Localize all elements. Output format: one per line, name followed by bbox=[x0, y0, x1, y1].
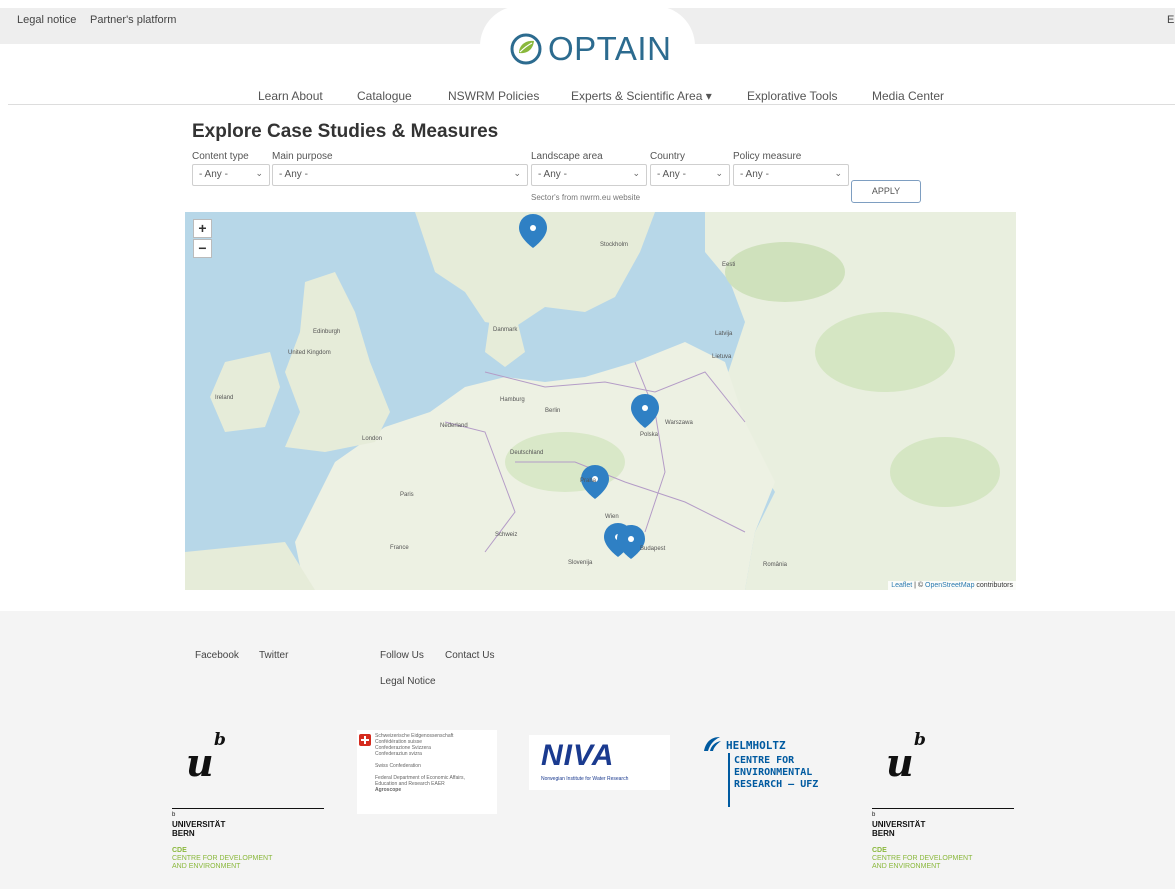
country-select[interactable]: - Any - ⌄ bbox=[650, 164, 730, 186]
swiss-agroscope-logo[interactable]: Schweizerische Eidgenossenschaft Confédé… bbox=[357, 730, 497, 814]
cde-abbrev: CDE bbox=[872, 847, 887, 854]
unibern-bern-text: BERN bbox=[172, 829, 195, 838]
map-label: România bbox=[763, 562, 788, 568]
niva-wordmark: NIVA bbox=[541, 739, 615, 772]
main-purpose-value: - Any - bbox=[279, 169, 308, 180]
map-tiles[interactable] bbox=[185, 212, 1016, 590]
helmholtz-line2: ENVIRONMENTAL bbox=[734, 767, 813, 778]
openstreetmap-link[interactable]: OpenStreetMap bbox=[925, 582, 974, 589]
unibern-logo-left[interactable]: u b b UNIVERSITÄT BERN CDE CENTRE FOR DE… bbox=[172, 730, 332, 880]
nav-media-center[interactable]: Media Center bbox=[872, 89, 944, 103]
main-purpose-label: Main purpose bbox=[272, 151, 333, 162]
attribution-tail: contributors bbox=[974, 582, 1013, 589]
policy-measure-value: - Any - bbox=[740, 169, 769, 180]
map-label: Slovenija bbox=[568, 560, 593, 566]
footer-contact-us-link[interactable]: Contact Us bbox=[445, 650, 494, 661]
chevron-down-icon: ⌄ bbox=[513, 168, 521, 178]
nav-explorative-tools[interactable]: Explorative Tools bbox=[747, 89, 838, 103]
map-label: Deutschland bbox=[510, 450, 544, 456]
map-label: Ireland bbox=[215, 395, 234, 401]
cde-line2: AND ENVIRONMENT bbox=[872, 863, 941, 870]
chevron-down-icon: ⌄ bbox=[632, 168, 640, 178]
helmholtz-ufz-logo[interactable]: HELMHOLTZ CENTRE FOR ENVIRONMENTAL RESEA… bbox=[702, 735, 862, 810]
map-label: Praha bbox=[580, 478, 597, 484]
footer-follow-us-link[interactable]: Follow Us bbox=[380, 650, 424, 661]
cde-line1: CENTRE FOR DEVELOPMENT bbox=[872, 855, 973, 862]
cde-abbrev: CDE bbox=[172, 847, 187, 854]
content-type-value: - Any - bbox=[199, 169, 228, 180]
partners-platform-link[interactable]: Partner's platform bbox=[90, 14, 176, 26]
attribution-separator: | © bbox=[912, 582, 926, 589]
zoom-out-button[interactable]: − bbox=[193, 239, 212, 258]
map-label: London bbox=[362, 436, 383, 442]
map-label: Stockholm bbox=[600, 242, 629, 248]
brand-logo-text[interactable]: OPTAIN bbox=[548, 30, 671, 68]
map-label: Warszawa bbox=[665, 420, 693, 426]
footer-facebook-link[interactable]: Facebook bbox=[195, 650, 239, 661]
map-label: Lietuva bbox=[712, 354, 732, 360]
chevron-down-icon: ⌄ bbox=[255, 168, 263, 178]
map-label: Danmark bbox=[493, 327, 518, 333]
map-label: Budapest bbox=[640, 546, 666, 552]
cde-line1: CENTRE FOR DEVELOPMENT bbox=[172, 855, 273, 862]
landscape-area-hint: Sector's from nwrm.eu website bbox=[531, 193, 641, 202]
map-label: Paris bbox=[400, 492, 414, 498]
swiss-flag-icon bbox=[359, 734, 371, 746]
cde-line2: AND ENVIRONMENT bbox=[172, 863, 241, 870]
zoom-in-button[interactable]: + bbox=[193, 219, 212, 238]
footer-legal-notice-link[interactable]: Legal Notice bbox=[380, 676, 436, 687]
country-value: - Any - bbox=[657, 169, 686, 180]
nav-learn-about[interactable]: Learn About bbox=[258, 89, 323, 103]
map-label: Schweiz bbox=[495, 532, 518, 538]
map-label: Wien bbox=[605, 514, 619, 520]
helmholtz-line3: RESEARCH – UFZ bbox=[734, 779, 819, 790]
legal-notice-link[interactable]: Legal notice bbox=[17, 14, 76, 26]
nav-catalogue[interactable]: Catalogue bbox=[357, 89, 412, 103]
nav-experts-scientific-area[interactable]: Experts & Scientific Area ▾ bbox=[571, 89, 712, 103]
helmholtz-wave-icon bbox=[704, 737, 721, 751]
unibern-univ-text: UNIVERSITÄT bbox=[872, 820, 926, 829]
leaflet-link[interactable]: Leaflet bbox=[891, 582, 912, 589]
landscape-area-value: - Any - bbox=[538, 169, 567, 180]
map-label: Berlin bbox=[545, 408, 561, 414]
helmholtz-name: HELMHOLTZ bbox=[726, 739, 786, 752]
map-label: Edinburgh bbox=[313, 329, 341, 335]
landscape-area-select[interactable]: - Any - ⌄ bbox=[531, 164, 647, 186]
unibern-univ-text: UNIVERSITÄT bbox=[172, 820, 226, 829]
unibern-bern-text: BERN bbox=[872, 829, 895, 838]
nav-nswrm-policies[interactable]: NSWRM Policies bbox=[448, 89, 539, 103]
map-label: Polska bbox=[640, 432, 659, 438]
chevron-down-icon: ⌄ bbox=[834, 168, 842, 178]
nav-divider bbox=[8, 104, 1175, 105]
map-label: France bbox=[390, 545, 409, 551]
niva-logo[interactable]: NIVA Norwegian Institute for Water Resea… bbox=[529, 735, 670, 790]
swiss-line8: Agroscope bbox=[375, 787, 402, 793]
apply-button[interactable]: APPLY bbox=[851, 180, 921, 203]
page-title: Explore Case Studies & Measures bbox=[192, 121, 499, 142]
optain-leaf-icon[interactable] bbox=[510, 33, 542, 65]
policy-measure-select[interactable]: - Any - ⌄ bbox=[733, 164, 849, 186]
landscape-area-label: Landscape area bbox=[531, 151, 603, 162]
content-type-label: Content type bbox=[192, 151, 249, 162]
footer-twitter-link[interactable]: Twitter bbox=[259, 650, 288, 661]
map-label: Latvija bbox=[715, 331, 733, 337]
map-label: United Kingdom bbox=[288, 350, 331, 356]
niva-subtitle: Norwegian Institute for Water Research bbox=[541, 776, 629, 782]
case-studies-map[interactable]: Stockholm Edinburgh United Kingdom Londo… bbox=[185, 212, 1016, 590]
chevron-down-icon: ⌄ bbox=[715, 168, 723, 178]
map-label: Hamburg bbox=[500, 397, 525, 403]
map-attribution: Leaflet | © OpenStreetMap contributors bbox=[888, 581, 1016, 590]
content-type-select[interactable]: - Any - ⌄ bbox=[192, 164, 270, 186]
map-label: Nederland bbox=[440, 423, 468, 429]
main-purpose-select[interactable]: - Any - ⌄ bbox=[272, 164, 528, 186]
policy-measure-label: Policy measure bbox=[733, 151, 802, 162]
country-label: Country bbox=[650, 151, 686, 162]
map-label: Eesti bbox=[722, 262, 736, 268]
helmholtz-line1: CENTRE FOR bbox=[734, 755, 795, 766]
language-switch[interactable]: E bbox=[1167, 14, 1174, 26]
unibern-logo-right[interactable]: u b b UNIVERSITÄT BERN CDE CENTRE FOR DE… bbox=[872, 730, 1032, 880]
